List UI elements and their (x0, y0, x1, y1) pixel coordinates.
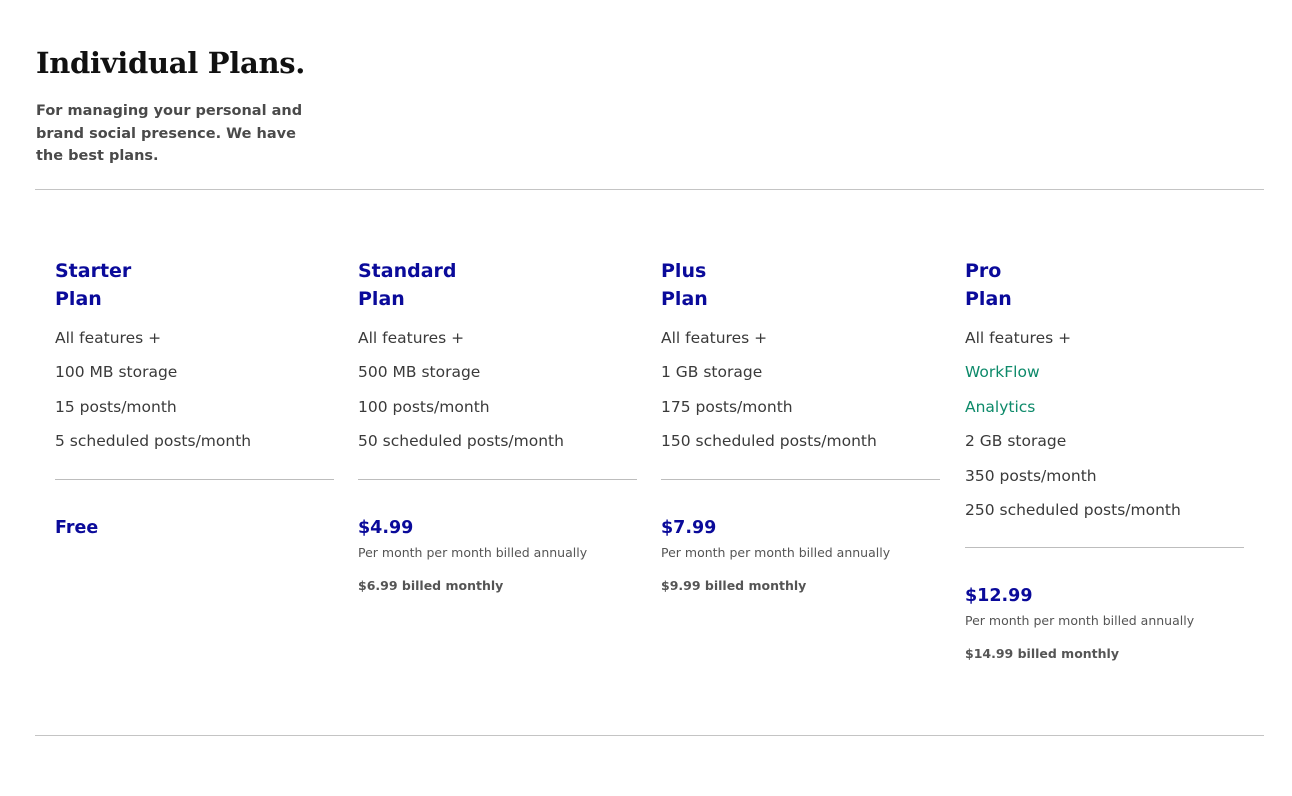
price-monthly-note: $9.99 billed monthly (661, 577, 807, 593)
feature-item: 500 MB storage (358, 363, 481, 382)
feature-item: 150 scheduled posts/month (661, 432, 877, 451)
feature-item: 1 GB storage (661, 363, 763, 382)
feature-item: 50 scheduled posts/month (358, 432, 564, 451)
page-header: Individual Plans. For managing your pers… (36, 44, 306, 168)
plan-card-pro: Pro Plan All features + WorkFlow Analyti… (965, 257, 1245, 662)
plan-card-plus: Plus Plan All features + 1 GB storage 17… (661, 257, 941, 594)
plan-price: Free (55, 517, 99, 538)
feature-list: All features + WorkFlow Analytics 2 GB s… (965, 328, 1245, 534)
plan-name-line1: Plus (661, 260, 707, 282)
page-title: Individual Plans. (36, 46, 306, 80)
plan-price: $12.99 (965, 586, 1033, 607)
feature-item-workflow: WorkFlow (965, 363, 1040, 382)
feature-item: 2 GB storage (965, 432, 1067, 451)
plan-price: $4.99 (358, 517, 414, 538)
feature-item: 15 posts/month (55, 397, 177, 416)
bottom-divider (35, 735, 1264, 736)
plan-card-starter: Starter Plan All features + 100 MB stora… (55, 257, 335, 539)
plan-divider (965, 547, 1244, 549)
price-annual-note: Per month per month billed annually (358, 544, 588, 560)
feature-list: All features + 500 MB storage 100 posts/… (358, 328, 638, 466)
price-annual-note: Per month per month billed annually (965, 613, 1195, 629)
feature-item: 5 scheduled posts/month (55, 432, 252, 451)
feature-item: All features + (661, 329, 768, 347)
plan-name-line2: Plan (965, 288, 1012, 310)
plan-name-line2: Plan (661, 288, 708, 310)
plan-name-line2: Plan (55, 288, 102, 310)
feature-item: 350 posts/month (965, 466, 1097, 485)
price-monthly-note: $6.99 billed monthly (358, 577, 504, 593)
feature-item: 250 scheduled posts/month (965, 500, 1181, 519)
feature-item: All features + (358, 329, 465, 347)
plan-name-line1: Pro (965, 260, 1002, 282)
plan-name-line2: Plan (358, 288, 405, 310)
feature-item: 175 posts/month (661, 397, 793, 416)
feature-item: All features + (55, 329, 162, 347)
feature-item: 100 MB storage (55, 363, 178, 382)
feature-list: All features + 1 GB storage 175 posts/mo… (661, 328, 941, 466)
price-annual-note: Per month per month billed annually (661, 544, 891, 560)
feature-item: 100 posts/month (358, 397, 490, 416)
top-divider (35, 189, 1264, 190)
plan-price: $7.99 (661, 517, 717, 538)
feature-item-analytics: Analytics (965, 397, 1036, 416)
plan-name: Pro Plan (965, 257, 1245, 313)
plan-name: Starter Plan (55, 257, 335, 313)
plan-name-line1: Standard (358, 260, 457, 282)
page-subtitle: For managing your personal and brand soc… (36, 103, 303, 164)
plan-card-standard: Standard Plan All features + 500 MB stor… (358, 257, 638, 594)
plan-name-line1: Starter (55, 260, 132, 282)
plan-divider (661, 478, 940, 480)
feature-item: All features + (965, 329, 1072, 347)
plan-divider (358, 478, 637, 480)
price-monthly-note: $14.99 billed monthly (965, 646, 1119, 662)
feature-list: All features + 100 MB storage 15 posts/m… (55, 328, 335, 466)
plan-name: Standard Plan (358, 257, 638, 313)
plan-divider (55, 478, 334, 480)
plan-name: Plus Plan (661, 257, 941, 313)
